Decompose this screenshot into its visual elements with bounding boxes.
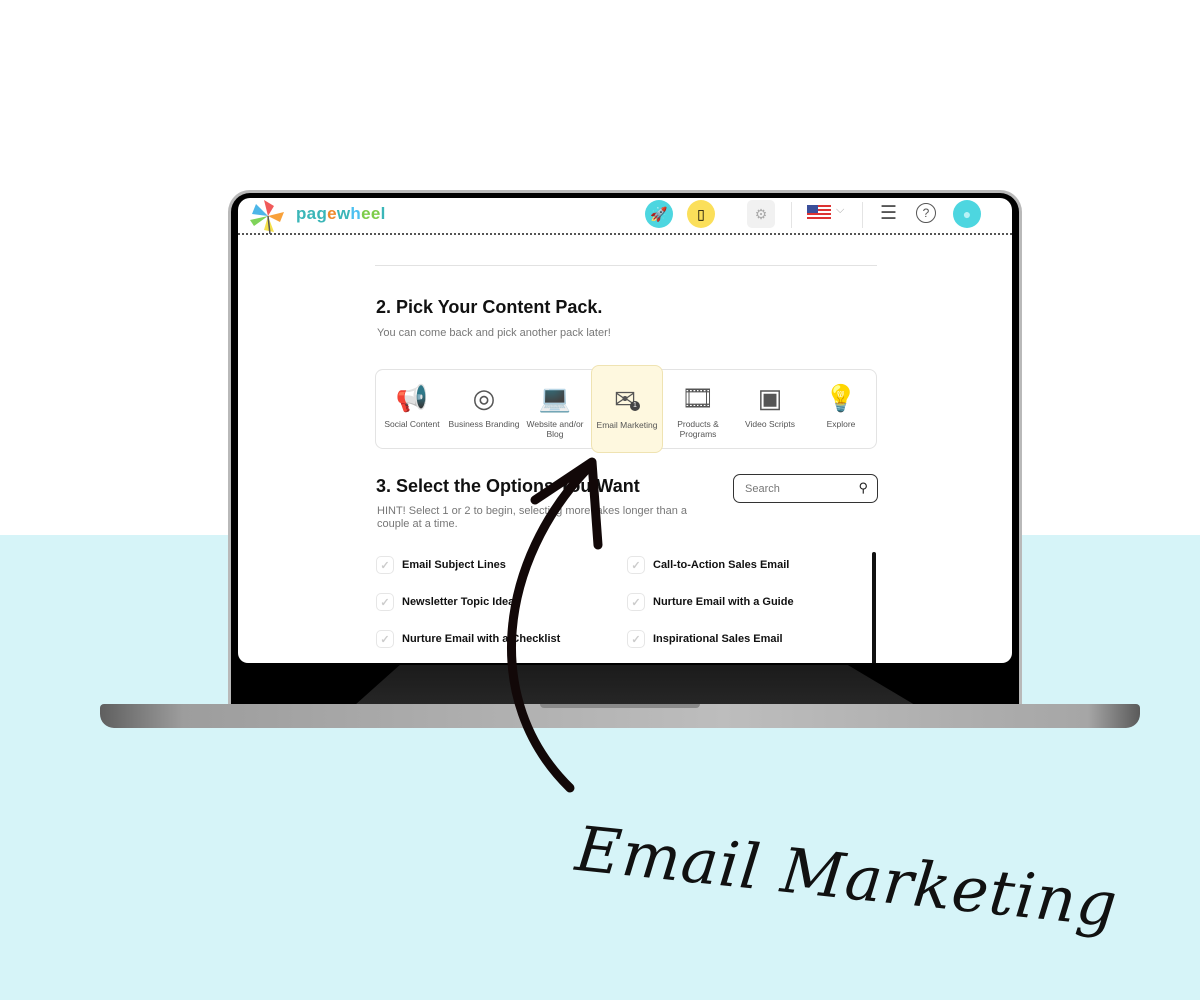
search-icon: ⚲: [858, 480, 868, 495]
checkbox[interactable]: ✓: [627, 630, 645, 648]
megaphone-icon: 📢: [395, 383, 429, 413]
logo-text[interactable]: pagewheel: [296, 204, 386, 224]
products-icon: 🎞: [681, 383, 715, 413]
pack-explore[interactable]: 💡 Explore: [805, 370, 877, 450]
section-divider: [375, 265, 877, 266]
us-flag-icon[interactable]: [807, 205, 831, 220]
chevron-down-icon[interactable]: ⌵: [836, 204, 844, 217]
rocket-icon[interactable]: 🚀: [645, 200, 673, 228]
option-item[interactable]: ✓ Call-to-Action Sales Email: [627, 556, 789, 574]
option-item[interactable]: ✓ Newsletter Topic Ideas: [376, 593, 520, 611]
content-pack-list: 📢 Social Content ◎ Business Branding 💻 Webs…: [375, 365, 877, 453]
section-2-subtitle: You can come back and pick another pack …: [377, 327, 611, 339]
help-icon[interactable]: ?: [916, 203, 936, 223]
divider: [862, 202, 863, 228]
pack-email-marketing[interactable]: ✉ 1 Email Marketing: [591, 365, 663, 453]
target-clipboard-icon: ◎: [472, 383, 496, 413]
laptop-notch: [540, 704, 700, 708]
checkbox[interactable]: ✓: [376, 556, 394, 574]
pack-products-programs[interactable]: 🎞 Products & Programs: [662, 370, 734, 450]
pack-video-scripts[interactable]: ▣ Video Scripts: [734, 370, 806, 450]
app-screen: pagewheel 🚀 ▯ ⚙ ⌵ ☰ ? ● 2. Pick Your Con…: [238, 198, 1012, 663]
option-item[interactable]: ✓ Email Subject Lines: [376, 556, 506, 574]
list-icon[interactable]: ☰: [880, 202, 897, 225]
checkbox[interactable]: ✓: [627, 593, 645, 611]
option-item[interactable]: ✓ Inspirational Sales Email: [627, 630, 783, 648]
video-icon: ▣: [757, 383, 783, 413]
gear-icon[interactable]: ⚙: [747, 200, 775, 228]
keyboard-reflection: [355, 665, 915, 705]
option-item[interactable]: ✓ Nurture Email with a Guide: [627, 593, 794, 611]
checkbox[interactable]: ✓: [376, 593, 394, 611]
pack-website-blog[interactable]: 💻 Website and/or Blog: [519, 370, 591, 450]
divider: [791, 202, 792, 228]
document-icon[interactable]: ▯: [687, 200, 715, 228]
envelope-icon: ✉ 1: [609, 381, 645, 417]
section-2-title: 2. Pick Your Content Pack.: [376, 297, 603, 317]
pack-social-content[interactable]: 📢 Social Content: [376, 370, 448, 450]
laptop-user-icon: 💻: [538, 383, 572, 413]
checkbox[interactable]: ✓: [376, 630, 394, 648]
search-input[interactable]: Search ⚲: [733, 474, 878, 503]
top-bar: pagewheel 🚀 ▯ ⚙ ⌵ ☰ ? ●: [238, 198, 1012, 235]
section-3-hint: HINT! Select 1 or 2 to begin, selecting …: [377, 505, 687, 530]
option-item[interactable]: ✓ Nurture Email with a Checklist: [376, 630, 560, 648]
checkbox[interactable]: ✓: [627, 556, 645, 574]
badge: 1: [629, 401, 640, 411]
lightbulb-hands-icon: 💡: [824, 383, 858, 413]
avatar-icon[interactable]: ●: [953, 200, 981, 228]
scrollbar[interactable]: [872, 552, 876, 663]
pack-business-branding[interactable]: ◎ Business Branding: [448, 370, 520, 450]
section-3-title: 3. Select the Options You Want: [376, 476, 640, 496]
pinwheel-logo-icon: [250, 200, 284, 234]
